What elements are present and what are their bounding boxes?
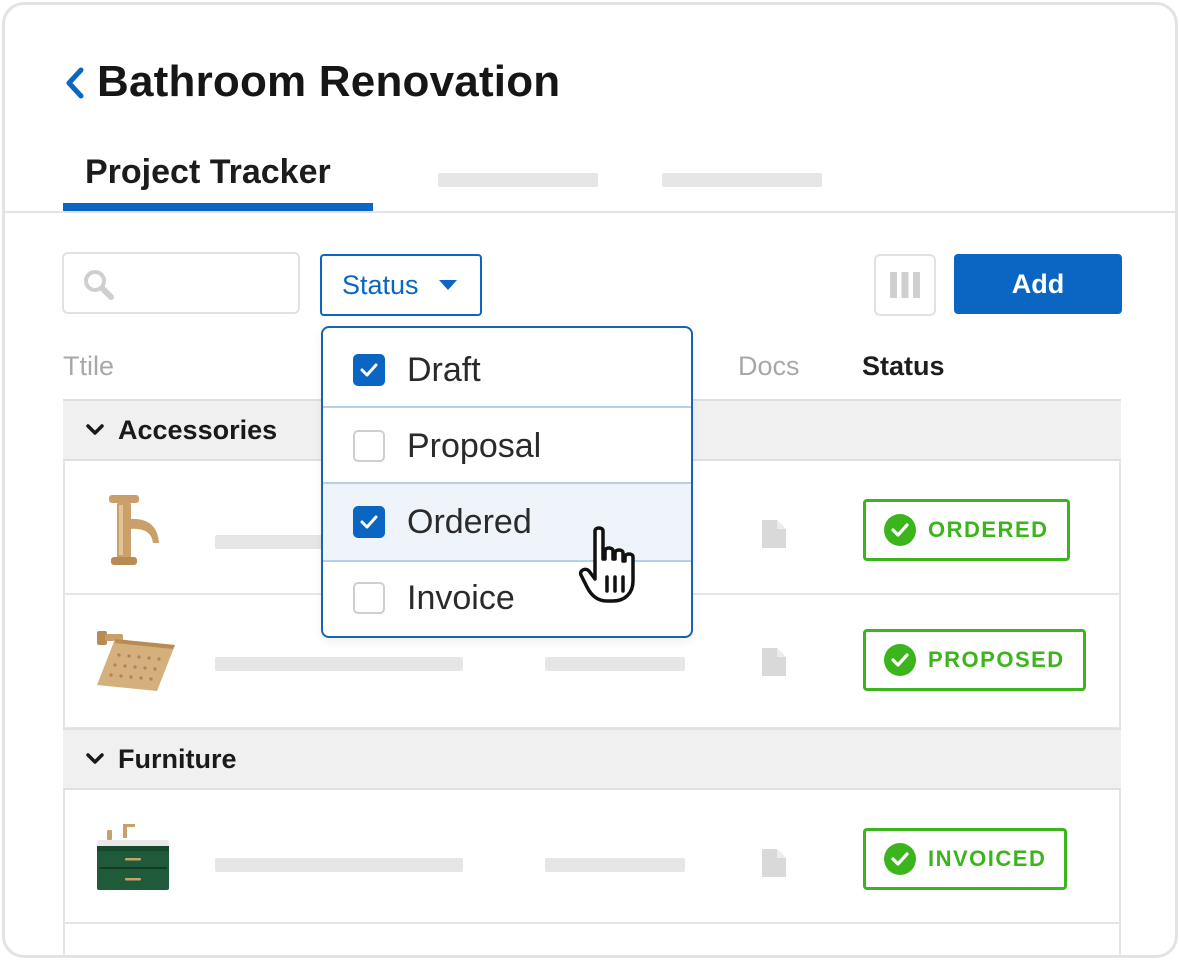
detail-placeholder	[545, 858, 685, 872]
table-row[interactable]	[63, 924, 1121, 955]
status-badge: INVOICED	[863, 828, 1068, 890]
checkbox-proposal[interactable]	[353, 430, 385, 462]
tab-placeholder-2[interactable]	[438, 173, 598, 187]
columns-icon	[890, 272, 920, 298]
search-input[interactable]	[62, 252, 300, 314]
check-circle-icon	[884, 843, 916, 875]
status-option-proposal[interactable]: Proposal	[323, 408, 691, 484]
app-window: Bathroom Renovation Project Tracker Stat…	[2, 2, 1178, 958]
tab-project-tracker[interactable]: Project Tracker	[63, 145, 373, 213]
status-filter-label: Status	[342, 269, 419, 300]
status-badge-label: INVOICED	[928, 846, 1047, 871]
caret-down-icon	[438, 280, 457, 290]
chevron-left-icon	[66, 67, 84, 99]
checkbox-draft[interactable]	[353, 354, 385, 386]
check-circle-icon	[884, 644, 916, 676]
chevron-down-icon	[86, 424, 104, 435]
checkmark-icon	[360, 363, 378, 377]
status-filter-button[interactable]: Status	[320, 254, 482, 316]
status-badge-label: PROPOSED	[928, 647, 1065, 672]
shower-head-thumbnail	[97, 631, 175, 691]
column-header-status[interactable]: Status	[862, 351, 945, 382]
option-label: Ordered	[407, 502, 532, 541]
vanity-cabinet-thumbnail	[97, 824, 169, 890]
tab-divider	[5, 211, 1175, 213]
checkbox-ordered[interactable]	[353, 506, 385, 538]
document-icon[interactable]	[761, 647, 787, 677]
status-badge: PROPOSED	[863, 629, 1086, 691]
table-row[interactable]: INVOICED	[63, 790, 1121, 924]
status-option-draft[interactable]: Draft	[323, 332, 691, 408]
columns-button[interactable]	[874, 254, 936, 316]
group-header-furniture[interactable]: Furniture	[63, 728, 1121, 790]
faucet-thumbnail	[109, 495, 159, 565]
detail-placeholder	[545, 657, 685, 671]
checkmark-icon	[360, 515, 378, 529]
option-label: Invoice	[407, 578, 515, 617]
group-label: Furniture	[118, 744, 237, 774]
status-badge: ORDERED	[863, 499, 1070, 561]
column-header-docs[interactable]: Docs	[738, 351, 800, 382]
option-label: Draft	[407, 350, 481, 389]
group-label: Accessories	[118, 415, 278, 445]
column-header-title[interactable]: Ttile	[63, 351, 114, 382]
chevron-down-icon	[86, 753, 104, 764]
checkbox-invoice[interactable]	[353, 582, 385, 614]
tab-label: Project Tracker	[85, 153, 331, 191]
check-circle-icon	[884, 514, 916, 546]
document-icon[interactable]	[761, 519, 787, 549]
title-placeholder	[215, 657, 463, 671]
document-icon[interactable]	[761, 848, 787, 878]
search-icon	[84, 270, 114, 300]
back-button[interactable]	[60, 63, 90, 103]
add-button[interactable]: Add	[954, 254, 1122, 314]
option-label: Proposal	[407, 426, 542, 465]
status-badge-label: ORDERED	[928, 517, 1049, 542]
page-title: Bathroom Renovation	[97, 57, 561, 106]
hand-pointer-cursor-icon	[578, 526, 635, 603]
title-placeholder	[215, 858, 463, 872]
tab-placeholder-3[interactable]	[662, 173, 822, 187]
